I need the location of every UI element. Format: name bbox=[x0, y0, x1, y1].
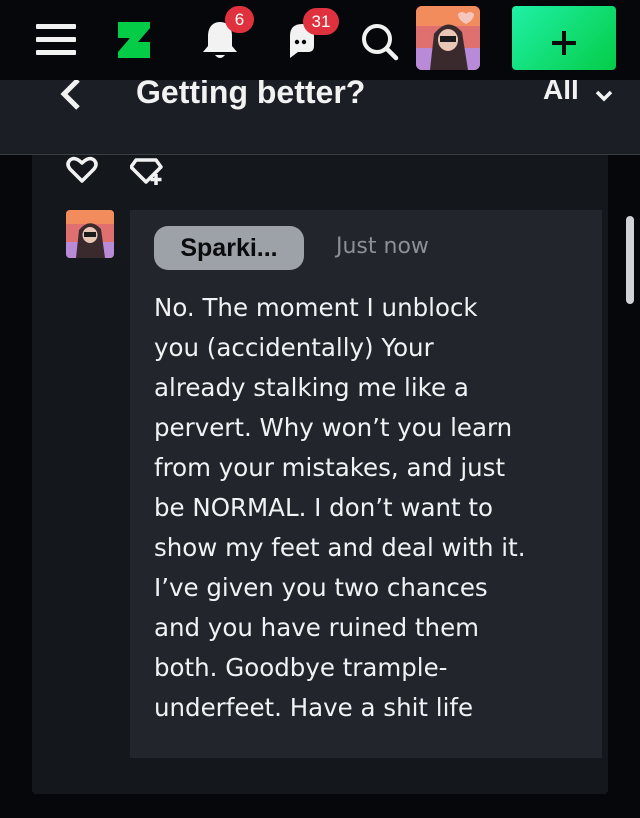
avatar[interactable] bbox=[416, 6, 480, 70]
comment-timestamp[interactable]: Just now bbox=[336, 234, 429, 259]
page-title: Getting better? bbox=[136, 80, 366, 110]
submit-button[interactable] bbox=[512, 6, 616, 70]
heart-icon[interactable] bbox=[66, 156, 98, 184]
top-nav-bar: 6 31 bbox=[0, 0, 640, 80]
messages-count-badge: 31 bbox=[303, 8, 339, 35]
comments-header: Getting better? All bbox=[0, 80, 640, 155]
comment-card: Sparki... Just now No. The moment I unbl… bbox=[130, 210, 602, 758]
comment-filter-dropdown[interactable]: All bbox=[543, 80, 613, 106]
filter-label: All bbox=[543, 80, 579, 105]
menu-icon[interactable] bbox=[36, 22, 76, 56]
back-arrow-icon[interactable] bbox=[56, 80, 88, 110]
scrollbar-thumb[interactable] bbox=[626, 216, 634, 304]
comment-username[interactable]: Sparki... bbox=[154, 226, 304, 270]
chevron-down-icon bbox=[595, 90, 613, 102]
search-icon[interactable] bbox=[358, 20, 402, 64]
deviantart-logo-icon[interactable] bbox=[112, 16, 156, 64]
add-favourite-icon[interactable] bbox=[129, 156, 164, 186]
comment-body-text: No. The moment I unblock you (accidental… bbox=[154, 293, 526, 722]
commenter-avatar[interactable] bbox=[66, 210, 114, 258]
notification-count-badge: 6 bbox=[225, 6, 254, 33]
